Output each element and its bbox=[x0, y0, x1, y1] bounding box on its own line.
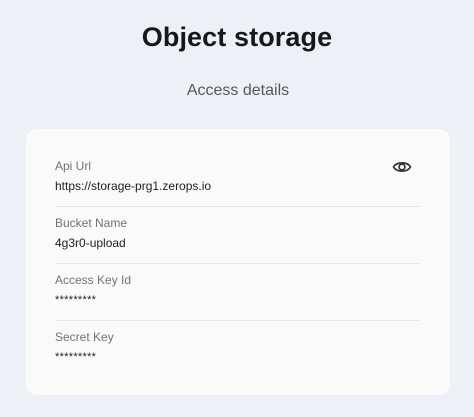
divider bbox=[55, 263, 420, 264]
field-label: Api Url bbox=[55, 159, 92, 173]
secret-key-value[interactable]: ********* bbox=[55, 349, 96, 365]
access-details-card: Api Url https://storage-prg1.zerops.io B… bbox=[26, 129, 450, 395]
field-secret-key: Secret Key ********* bbox=[55, 329, 420, 365]
section-title: Access details bbox=[186, 82, 290, 99]
field-bucket-name: Bucket Name 4g3r0-upload bbox=[55, 215, 420, 251]
page-title: Object storage bbox=[141, 22, 333, 52]
field-label: Bucket Name bbox=[55, 216, 128, 230]
api-url-value[interactable]: https://storage-prg1.zerops.io bbox=[55, 178, 211, 194]
divider bbox=[55, 206, 420, 207]
bucket-name-value[interactable]: 4g3r0-upload bbox=[55, 235, 126, 251]
divider bbox=[55, 320, 420, 321]
field-api-url: Api Url https://storage-prg1.zerops.io bbox=[55, 158, 420, 194]
field-label: Access Key Id bbox=[55, 273, 132, 287]
field-label: Secret Key bbox=[55, 330, 114, 344]
access-key-id-value[interactable]: ********* bbox=[55, 292, 96, 308]
field-access-key-id: Access Key Id ********* bbox=[55, 272, 420, 308]
